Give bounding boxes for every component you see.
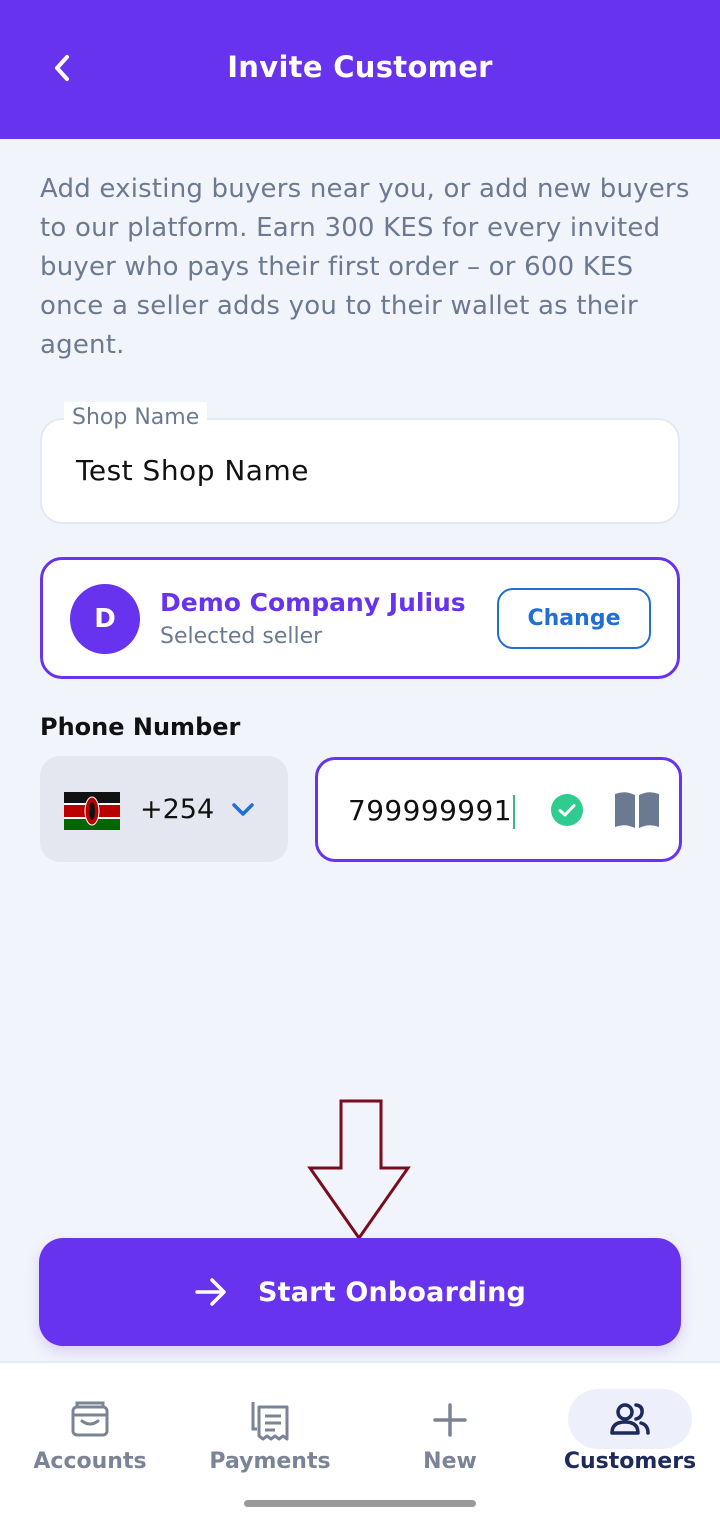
arrow-right-icon (195, 1278, 226, 1306)
phone-number-input[interactable]: 799999991 (315, 757, 682, 862)
shop-name-label: Shop Name (64, 402, 208, 434)
kenya-flag-icon (64, 792, 120, 830)
home-indicator[interactable] (244, 1500, 476, 1507)
nav-item-payments[interactable]: Payments (180, 1363, 360, 1493)
seller-name: Demo Company Julius (160, 588, 466, 617)
page-title: Invite Customer (227, 50, 493, 84)
receipt-icon (251, 1402, 289, 1441)
plus-icon (433, 1403, 467, 1437)
seller-subtitle: Selected seller (160, 624, 323, 649)
bottom-navigation: Accounts Payments New Customers (0, 1361, 720, 1518)
app-header: Invite Customer (0, 0, 720, 139)
shop-name-field[interactable]: Shop Name Test Shop Name (40, 402, 680, 524)
check-circle-icon (551, 794, 583, 826)
nav-label-accounts: Accounts (33, 1449, 147, 1474)
selected-seller-card: D Demo Company Julius Selected seller Ch… (40, 557, 680, 679)
country-code-select[interactable]: +254 (40, 756, 288, 862)
shop-name-value[interactable]: Test Shop Name (76, 454, 309, 487)
change-seller-button[interactable]: Change (497, 588, 651, 649)
country-code-value: +254 (140, 794, 215, 825)
nav-item-accounts[interactable]: Accounts (0, 1363, 180, 1493)
nav-label-payments: Payments (209, 1449, 331, 1474)
nav-label-customers: Customers (563, 1449, 697, 1474)
seller-avatar: D (70, 584, 140, 654)
nav-label-new: New (423, 1449, 477, 1474)
nav-item-customers[interactable]: Customers (540, 1363, 720, 1493)
start-onboarding-label: Start Onboarding (257, 1276, 527, 1308)
text-caret (512, 795, 515, 829)
wallet-icon (71, 1401, 109, 1437)
phone-number-label: Phone Number (40, 713, 241, 741)
chevron-down-icon (232, 803, 254, 816)
annotation-arrow-icon (307, 1099, 411, 1241)
users-icon (610, 1403, 650, 1435)
intro-text: Add existing buyers near you, or add new… (40, 174, 690, 360)
contacts-book-icon[interactable] (613, 790, 661, 830)
start-onboarding-button[interactable]: Start Onboarding (39, 1238, 681, 1346)
phone-number-value[interactable]: 799999991 (348, 794, 515, 829)
nav-item-new[interactable]: New (360, 1363, 540, 1493)
